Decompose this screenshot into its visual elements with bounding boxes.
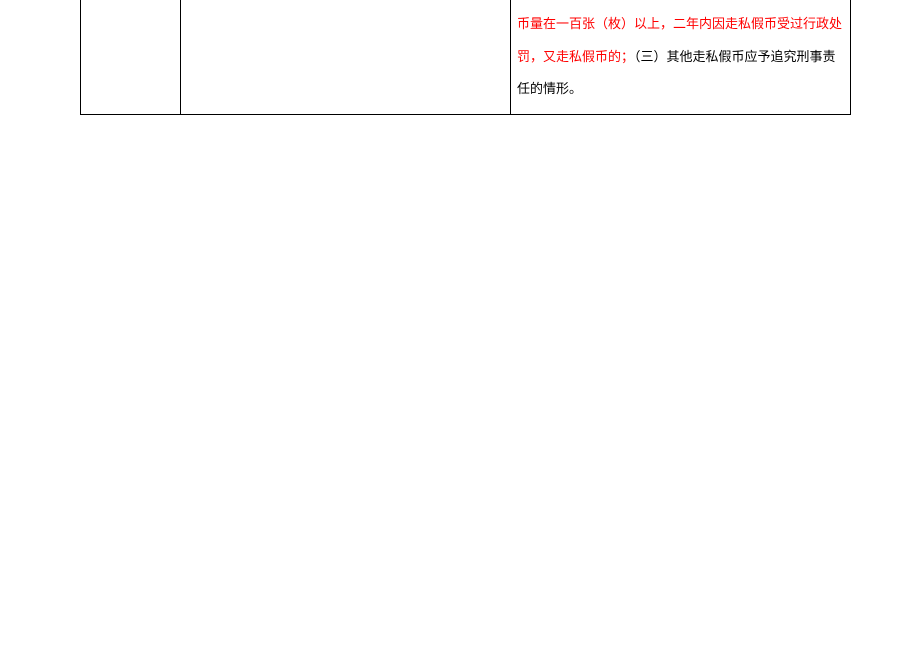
table-cell-col3: 币量在一百张（枚）以上，二年内因走私假币受过行政处罚，又走私假币的；（三）其他走… [511,0,851,114]
table-row: 币量在一百张（枚）以上，二年内因走私假币受过行政处罚，又走私假币的；（三）其他走… [81,0,851,114]
table-cell-col1 [81,0,181,114]
document-table: 币量在一百张（枚）以上，二年内因走私假币受过行政处罚，又走私假币的；（三）其他走… [80,0,851,115]
table-cell-col2 [181,0,511,114]
table-container: 币量在一百张（枚）以上，二年内因走私假币受过行政处罚，又走私假币的；（三）其他走… [80,0,850,115]
